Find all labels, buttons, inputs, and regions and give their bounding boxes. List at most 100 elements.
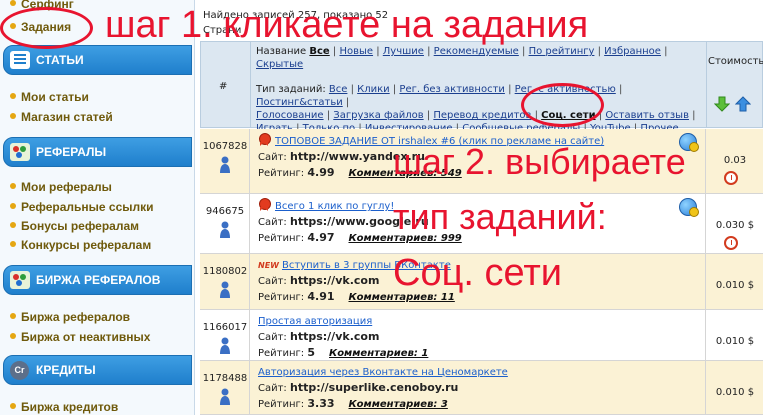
type-voting[interactable]: Голосование bbox=[256, 110, 324, 121]
task-rating: 3.33 bbox=[307, 397, 335, 410]
sidebar-item-articles-shop[interactable]: Магазин статей bbox=[10, 110, 113, 124]
bullet-icon bbox=[10, 222, 16, 228]
task-price: 0.030 $ bbox=[715, 220, 755, 231]
sidebar-item-referral-links[interactable]: Реферальные ссылки bbox=[10, 200, 154, 214]
filter-favorites[interactable]: Избранное bbox=[604, 46, 661, 57]
task-rating: 4.91 bbox=[307, 290, 335, 303]
task-site: http://superlike.cenoboy.ru bbox=[290, 381, 459, 394]
type-posting[interactable]: Постинг&статьи bbox=[256, 97, 343, 108]
task-id: 1166017 bbox=[202, 322, 248, 333]
sidebar-header-articles[interactable]: СТАТЬИ bbox=[3, 45, 192, 75]
task-rating: 5 bbox=[307, 346, 316, 359]
results-info: Найдено записей 257, показано 52 Страни bbox=[203, 8, 388, 38]
sidebar-item-surfing[interactable]: Серфинг bbox=[10, 0, 74, 11]
filter-new[interactable]: Новые bbox=[339, 46, 373, 57]
type-reg-no-activity[interactable]: Рег. без активности bbox=[399, 84, 504, 95]
type-leave-review[interactable]: Оставить отзыв bbox=[605, 110, 689, 121]
sidebar-header-referral-exchange[interactable]: БИРЖА РЕФЕРАЛОВ bbox=[3, 265, 192, 295]
type-all[interactable]: Все bbox=[329, 84, 348, 95]
table-row[interactable]: 1166017 Простая авторизация Сайт: https://… bbox=[200, 310, 763, 361]
bullet-icon bbox=[10, 403, 16, 409]
bullet-icon bbox=[10, 241, 16, 247]
task-site: http://www.yandex.ru bbox=[290, 150, 425, 163]
bullet-icon bbox=[10, 183, 16, 189]
sidebar-item-my-articles[interactable]: Мои статьи bbox=[10, 90, 89, 104]
people-icon bbox=[10, 271, 30, 289]
globe-icon bbox=[679, 198, 699, 217]
records-count: Найдено записей 257, показано 52 bbox=[203, 10, 389, 21]
task-cell: Простая авторизация Сайт: https://vk.com Р… bbox=[258, 314, 698, 361]
document-icon bbox=[10, 51, 30, 69]
task-title-link[interactable]: Простая авторизация bbox=[258, 316, 372, 327]
task-comments-link[interactable]: Комментариев: 1 bbox=[329, 348, 428, 359]
type-credit-transfer[interactable]: Перевод кредитов bbox=[433, 110, 531, 121]
bullet-icon bbox=[10, 203, 16, 209]
rating-label: Рейтинг: bbox=[258, 399, 305, 410]
task-rating: 4.99 bbox=[307, 166, 335, 179]
table-row[interactable]: 1067828 ТОПОВОЕ ЗАДАНИЕ ОТ irshalex #6 (к… bbox=[200, 129, 763, 194]
type-file-upload[interactable]: Загрузка файлов bbox=[333, 110, 423, 121]
pages-label: Страни bbox=[203, 25, 242, 36]
bullet-icon bbox=[10, 333, 16, 339]
task-title-link[interactable]: ТОПОВОЕ ЗАДАНИЕ ОТ irshalex #6 (клик по … bbox=[275, 136, 604, 147]
sidebar-item-tasks[interactable]: Задания bbox=[10, 20, 71, 34]
task-rating: 4.97 bbox=[307, 231, 335, 244]
person-icon bbox=[220, 281, 230, 298]
filter-by-rating[interactable]: По рейтингу bbox=[529, 46, 595, 57]
task-comments-link[interactable]: Комментариев: 3 bbox=[349, 399, 448, 410]
filter-recommended[interactable]: Рекомендуемые bbox=[434, 46, 519, 57]
bullet-icon bbox=[10, 113, 16, 119]
sidebar-item-referral-exchange[interactable]: Биржа рефералов bbox=[10, 310, 130, 324]
person-icon bbox=[220, 221, 230, 238]
site-label: Сайт: bbox=[258, 217, 287, 228]
filter-hidden[interactable]: Скрытые bbox=[256, 59, 303, 70]
person-icon bbox=[220, 337, 230, 354]
person-icon bbox=[220, 388, 230, 405]
task-comments-link[interactable]: Комментариев: 549 bbox=[349, 168, 462, 179]
table-row[interactable]: 1180802 NEW Вступить в 3 группы ВКонтакте С… bbox=[200, 254, 763, 310]
task-cell: Авторизация через Вконтакте на Ценомарке… bbox=[258, 365, 698, 412]
sidebar-item-inactive-exchange[interactable]: Биржа от неактивных bbox=[10, 330, 150, 344]
credits-icon: Cr bbox=[10, 361, 29, 380]
task-comments-link[interactable]: Комментариев: 11 bbox=[349, 292, 455, 303]
bullet-icon bbox=[10, 0, 16, 6]
task-id: 1178488 bbox=[202, 373, 248, 384]
filter-all[interactable]: Все bbox=[309, 46, 329, 57]
sort-down-arrow-icon[interactable] bbox=[714, 96, 730, 112]
sidebar-header-credits[interactable]: Cr КРЕДИТЫ bbox=[3, 355, 192, 385]
rating-label: Рейтинг: bbox=[258, 233, 305, 244]
task-title-link[interactable]: Всего 1 клик по гуглу! bbox=[275, 201, 394, 212]
sidebar: Серфинг Задания СТАТЬИ Мои статьи Магази… bbox=[0, 0, 195, 415]
rating-label: Рейтинг: bbox=[258, 168, 305, 179]
globe-icon bbox=[679, 133, 699, 152]
name-filters: Название Все | Новые | Лучшие | Рекоменд… bbox=[256, 46, 668, 70]
sidebar-item-referral-bonuses[interactable]: Бонусы рефералам bbox=[10, 219, 139, 233]
task-title-link[interactable]: Вступить в 3 группы ВКонтакте bbox=[282, 260, 451, 271]
table-row[interactable]: 1178488 Авторизация через Вконтакте на Це… bbox=[200, 361, 763, 415]
task-cell: ТОПОВОЕ ЗАДАНИЕ ОТ irshalex #6 (клик по … bbox=[258, 133, 698, 181]
new-badge-icon: NEW bbox=[258, 261, 279, 270]
type-social-networks[interactable]: Соц. сети bbox=[541, 110, 595, 121]
task-title-link[interactable]: Авторизация через Вконтакте на Ценомарке… bbox=[258, 367, 508, 378]
sidebar-item-my-referrals[interactable]: Мои рефералы bbox=[10, 180, 112, 194]
sidebar-item-referral-contests[interactable]: Конкурсы рефералам bbox=[10, 238, 151, 252]
type-reg-with-activity[interactable]: Рег. с активностью bbox=[515, 84, 616, 95]
filter-best[interactable]: Лучшие bbox=[383, 46, 424, 57]
sidebar-header-referrals[interactable]: РЕФЕРАЛЫ bbox=[3, 137, 192, 167]
bullet-icon bbox=[10, 23, 16, 29]
task-comments-link[interactable]: Комментариев: 999 bbox=[349, 233, 462, 244]
table-row[interactable]: 946675 Всего 1 клик по гуглу! Сайт: https:… bbox=[200, 194, 763, 254]
column-cost-header: Стоимость bbox=[708, 56, 763, 67]
type-filters: Тип заданий: Все | Клики | Рег. без акти… bbox=[256, 83, 704, 135]
ribbon-icon bbox=[258, 198, 271, 213]
task-site: https://vk.com bbox=[290, 274, 380, 287]
sidebar-item-credits-exchange[interactable]: Биржа кредитов bbox=[10, 400, 118, 414]
site-label: Сайт: bbox=[258, 383, 287, 394]
table-header: # Название Все | Новые | Лучшие | Рекоме… bbox=[200, 41, 763, 134]
task-price: 0.010 $ bbox=[715, 336, 755, 347]
bullet-icon bbox=[10, 93, 16, 99]
task-cell: Всего 1 клик по гуглу! Сайт: https://www.… bbox=[258, 198, 698, 246]
bullet-icon bbox=[10, 313, 16, 319]
sort-up-arrow-icon[interactable] bbox=[735, 96, 751, 112]
type-clicks[interactable]: Клики bbox=[357, 84, 390, 95]
